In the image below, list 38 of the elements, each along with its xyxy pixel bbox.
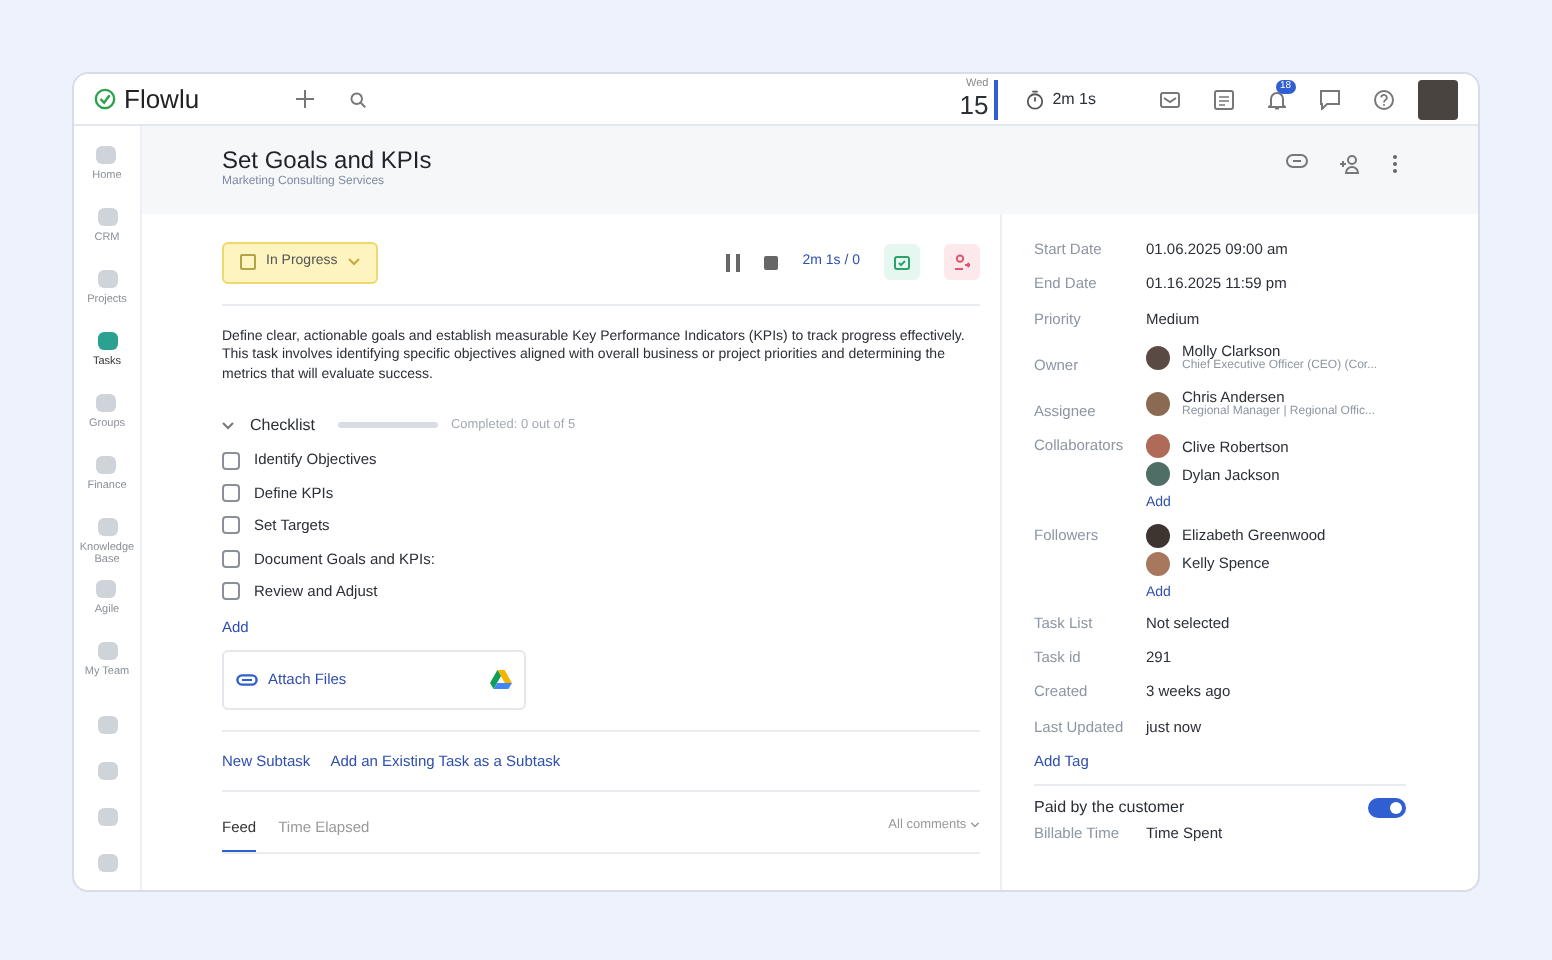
stopwatch-icon[interactable]	[1026, 89, 1045, 109]
notes-icon[interactable]	[1214, 89, 1234, 109]
app-logo[interactable]: Flowlu	[124, 79, 200, 119]
pause-icon[interactable]	[726, 253, 741, 272]
user-arrow-icon	[954, 254, 970, 271]
checkbox[interactable]	[222, 483, 240, 502]
paid-label: Paid by the customer	[1034, 796, 1185, 821]
help-icon[interactable]	[1374, 89, 1394, 109]
toggle-switch[interactable]	[1368, 798, 1406, 819]
day-number: 15	[959, 91, 989, 118]
link-icon[interactable]	[1286, 154, 1308, 168]
user-avatar[interactable]	[1418, 79, 1458, 119]
chevron-icon[interactable]	[222, 421, 234, 430]
mail-icon[interactable]	[1160, 91, 1180, 107]
timer-value: 2m 1s	[1052, 87, 1096, 111]
checkbox[interactable]	[222, 582, 240, 601]
search-icon[interactable]	[349, 91, 366, 107]
drive-icon[interactable]	[490, 670, 512, 691]
checkbox[interactable]	[222, 451, 240, 470]
avatar[interactable]	[1146, 462, 1170, 487]
checkbox[interactable]	[222, 549, 240, 568]
save-time-button[interactable]	[884, 244, 920, 281]
logo-check-icon	[94, 88, 116, 110]
plus-icon[interactable]	[295, 90, 314, 108]
add-user-icon[interactable]	[1340, 154, 1360, 174]
stop-icon[interactable]	[764, 255, 779, 270]
checklist-title[interactable]: Checklist	[250, 413, 315, 438]
paperclip-icon	[236, 674, 258, 687]
chat-icon[interactable]	[1320, 89, 1340, 109]
reassign-button[interactable]	[944, 244, 980, 281]
avatar[interactable]	[1146, 345, 1170, 370]
bell-icon[interactable]	[1268, 89, 1286, 109]
check-icon	[894, 254, 910, 271]
caret-icon[interactable]	[970, 822, 980, 829]
more-icon[interactable]	[1392, 154, 1398, 174]
avatar[interactable]	[1146, 523, 1170, 548]
checkbox[interactable]	[222, 516, 240, 535]
task-title: Set Goals and KPIs	[222, 146, 432, 175]
